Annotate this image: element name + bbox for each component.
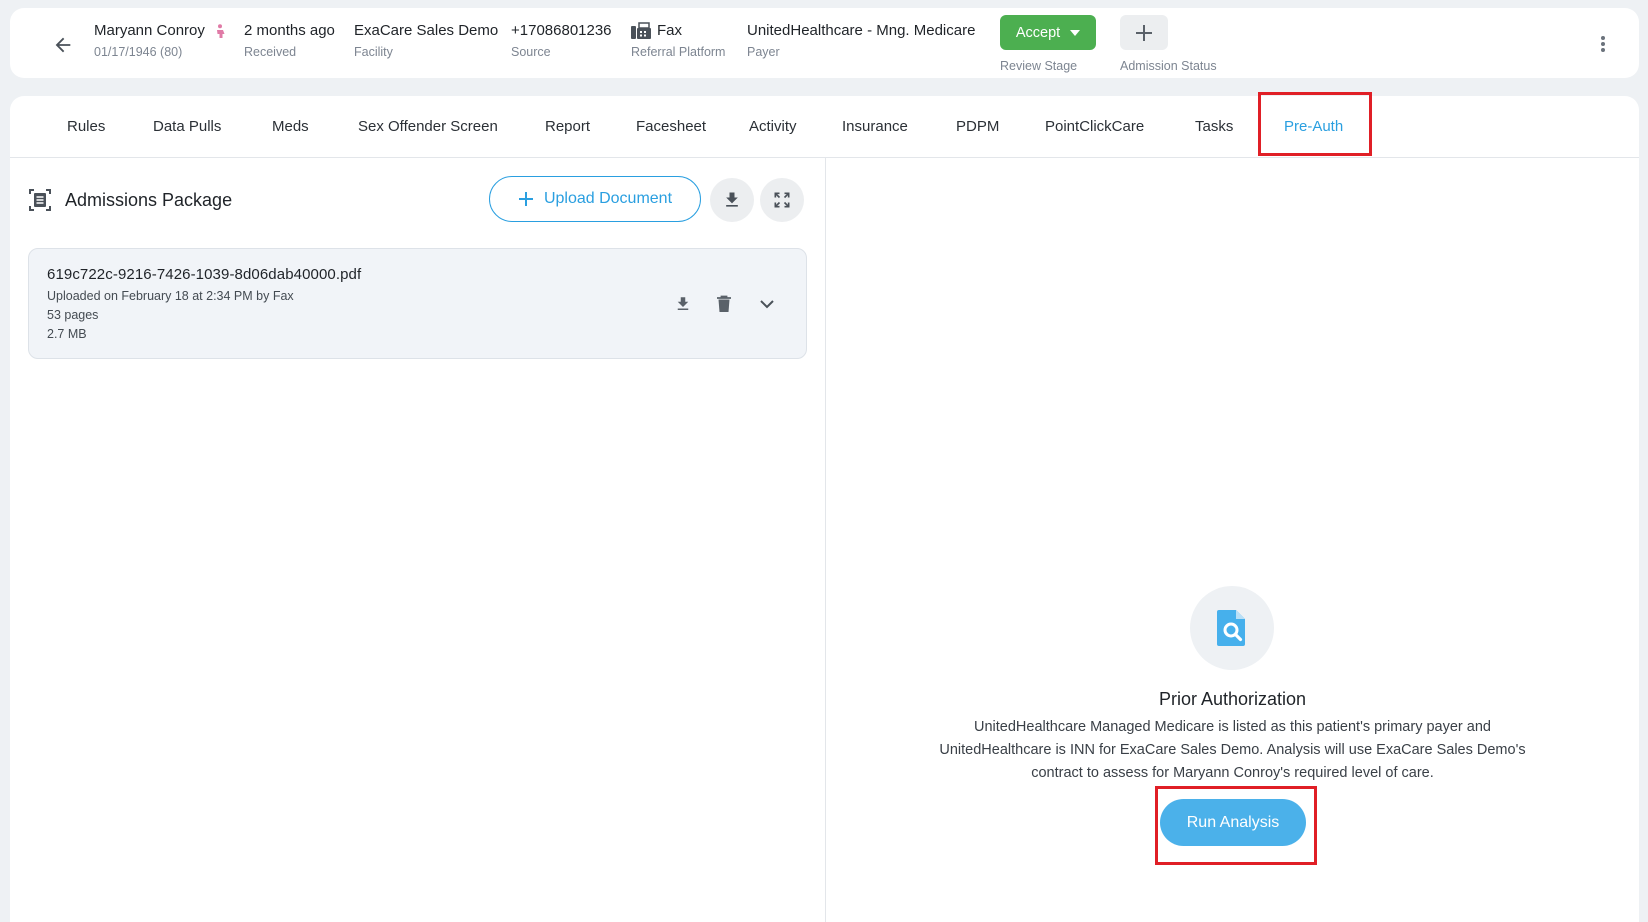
facility-label: Facility — [354, 45, 393, 59]
payer-label: Payer — [747, 45, 780, 59]
back-button[interactable] — [48, 30, 78, 60]
more-menu-icon[interactable] — [1597, 32, 1609, 56]
prior-auth-line-2: UnitedHealthcare is INN for ExaCare Sale… — [939, 742, 1526, 758]
arrow-left-icon — [55, 37, 71, 53]
review-stage-label: Review Stage — [1000, 59, 1078, 73]
download-all-button[interactable] — [710, 178, 754, 222]
document-uploaded-info: Uploaded on February 18 at 2:34 PM by Fa… — [47, 289, 294, 303]
chevron-down-icon — [760, 300, 774, 309]
prior-auth-line-1: UnitedHealthcare Managed Medicare is lis… — [974, 719, 1491, 735]
prior-auth-description: UnitedHealthcare Managed Medicare is lis… — [916, 716, 1549, 785]
platform-field: Fax Referral Platform — [631, 22, 725, 60]
payer-field: UnitedHealthcare - Mng. Medicare Payer — [747, 22, 975, 60]
prior-authorization-pane: Prior Authorization UnitedHealthcare Man… — [826, 158, 1639, 922]
fax-icon — [631, 22, 651, 39]
admission-status-label: Admission Status — [1120, 59, 1217, 73]
facility-field: ExaCare Sales Demo Facility — [354, 22, 498, 60]
female-icon — [215, 24, 225, 38]
document-delete-button[interactable] — [712, 292, 736, 316]
patient-name[interactable]: Maryann Conroy — [94, 22, 205, 40]
document-pages: 53 pages — [47, 308, 99, 322]
trash-icon — [717, 295, 731, 312]
tab-insurance[interactable]: Insurance — [842, 118, 908, 135]
upload-document-label: Upload Document — [543, 190, 673, 207]
source-value: +17086801236 — [511, 22, 612, 39]
expand-button[interactable] — [760, 178, 804, 222]
patient-header: Maryann Conroy 01/17/1946 (80) 2 months … — [10, 8, 1639, 78]
main-panel: Rules Data Pulls Meds Sex Offender Scree… — [10, 92, 1639, 922]
source-field: +17086801236 Source — [511, 22, 612, 60]
received-value: 2 months ago — [244, 22, 335, 39]
platform-value: Fax — [657, 22, 683, 39]
tab-bar: Rules Data Pulls Meds Sex Offender Scree… — [10, 96, 1639, 158]
document-card[interactable]: 619c722c-9216-7426-1039-8d06dab40000.pdf… — [28, 248, 807, 359]
document-download-button[interactable] — [671, 292, 695, 316]
admissions-package-pane: Admissions Package Upload Document 619c7… — [10, 158, 826, 922]
patient-dob: 01/17/1946 (80) — [94, 45, 183, 59]
tab-facesheet[interactable]: Facesheet — [636, 118, 706, 135]
download-icon — [726, 192, 738, 207]
download-icon — [677, 297, 689, 310]
tab-activity[interactable]: Activity — [749, 118, 797, 135]
accept-dropdown-button[interactable]: Accept — [1000, 15, 1096, 50]
run-analysis-button[interactable]: Run Analysis — [1160, 799, 1306, 846]
upload-document-button[interactable]: Upload Document — [489, 176, 701, 222]
document-filename[interactable]: 619c722c-9216-7426-1039-8d06dab40000.pdf — [47, 266, 361, 283]
prior-auth-icon-circle — [1190, 586, 1274, 670]
plus-icon — [1136, 24, 1152, 41]
tab-pdpm[interactable]: PDPM — [956, 118, 999, 135]
tab-pointclickcare[interactable]: PointClickCare — [1045, 118, 1144, 135]
tab-data-pulls[interactable]: Data Pulls — [153, 118, 221, 135]
received-field: 2 months ago Received — [244, 22, 335, 60]
tab-tasks[interactable]: Tasks — [1195, 118, 1233, 135]
prior-auth-line-3: contract to assess for Maryann Conroy's … — [1031, 765, 1434, 781]
tab-report[interactable]: Report — [545, 118, 590, 135]
platform-label: Referral Platform — [631, 45, 726, 59]
package-title: Admissions Package — [65, 190, 233, 210]
received-label: Received — [244, 45, 297, 59]
facility-value: ExaCare Sales Demo — [354, 22, 499, 39]
document-expand-chevron[interactable] — [755, 292, 779, 316]
fullscreen-icon — [774, 192, 790, 208]
document-search-icon — [1217, 610, 1245, 646]
patient-info[interactable]: Maryann Conroy 01/17/1946 (80) — [94, 22, 225, 60]
document-scan-icon — [29, 189, 51, 211]
source-label: Source — [511, 45, 551, 59]
tab-meds[interactable]: Meds — [272, 118, 309, 135]
tab-sex-offender-screen[interactable]: Sex Offender Screen — [358, 118, 498, 135]
add-admission-status-button[interactable] — [1120, 15, 1168, 50]
prior-auth-title: Prior Authorization — [1158, 689, 1307, 709]
accept-label: Accept — [1015, 24, 1061, 41]
document-size: 2.7 MB — [47, 327, 87, 341]
tab-pre-auth[interactable]: Pre-Auth — [1284, 118, 1343, 135]
tab-rules[interactable]: Rules — [67, 118, 105, 135]
plus-icon — [518, 192, 533, 206]
payer-value: UnitedHealthcare - Mng. Medicare — [747, 22, 976, 39]
caret-down-icon — [1070, 29, 1081, 36]
